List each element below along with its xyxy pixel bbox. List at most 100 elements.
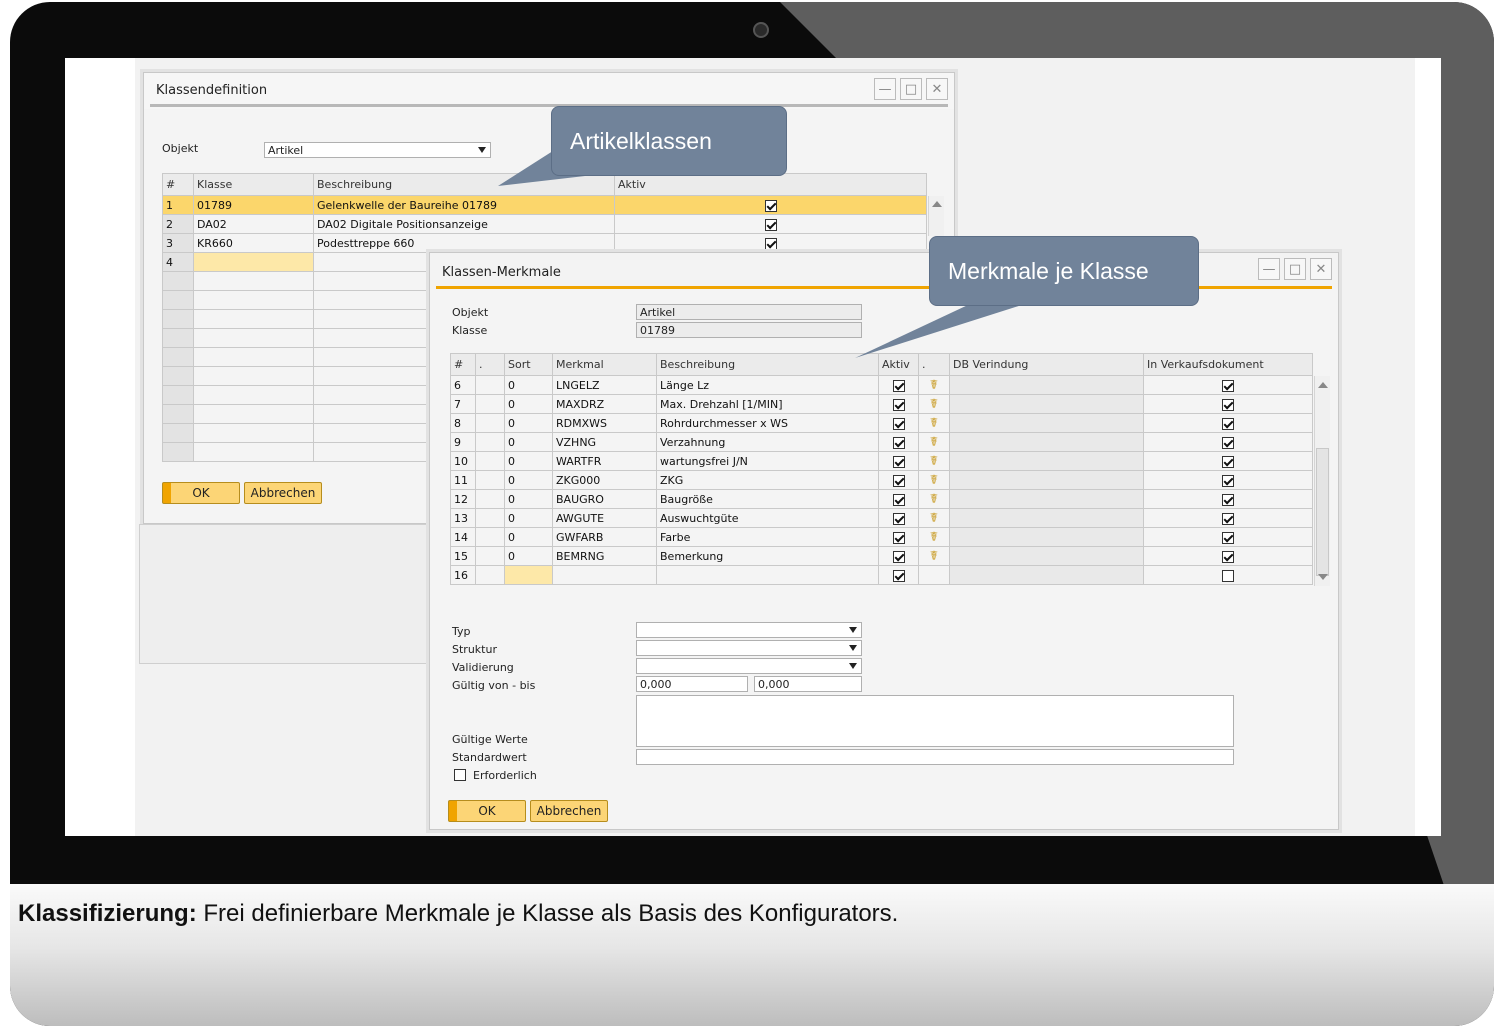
db-verbindung-cell[interactable] [949,375,1144,395]
scrollbar[interactable] [928,196,944,236]
ok-button[interactable]: OK [448,800,526,822]
beschreibung-cell[interactable]: Max. Drehzahl [1/MIN] [656,394,879,414]
gueltige-werte-textarea[interactable] [636,695,1234,747]
verkaufsdokument-checkbox[interactable] [1222,512,1234,525]
db-verbindung-cell[interactable] [949,565,1144,585]
table-row[interactable]: 13 0 AWGUTE Auswuchtgüte ☤ [450,508,1313,528]
beschreibung-cell[interactable]: ZKG [656,470,879,490]
db-verbindung-cell[interactable] [949,527,1144,547]
table-row[interactable]: 9 0 VZHNG Verzahnung ☤ [450,432,1313,452]
validierung-select[interactable] [636,658,862,674]
struktur-select[interactable] [636,640,862,656]
chain-link-icon[interactable]: ☤ [930,473,939,488]
verkaufsdokument-checkbox[interactable] [1222,531,1234,544]
table-row[interactable]: 6 0 LNGELZ Länge Lz ☤ [450,375,1313,395]
verkaufsdokument-checkbox[interactable] [1222,436,1234,449]
aktiv-checkbox[interactable] [892,550,905,563]
scrollbar[interactable] [1314,376,1330,586]
chain-link-icon[interactable]: ☤ [930,397,939,412]
verkaufsdokument-checkbox[interactable] [1222,417,1234,430]
table-row[interactable]: 16 [450,565,1313,585]
klasse-cell[interactable]: 01789 [193,195,314,215]
scroll-thumb[interactable] [1316,448,1329,576]
chain-link-icon[interactable]: ☤ [930,530,939,545]
db-verbindung-cell[interactable] [949,413,1144,433]
table-row[interactable]: 8 0 RDMXWS Rohrdurchmesser x WS ☤ [450,413,1313,433]
aktiv-checkbox[interactable] [764,218,777,231]
beschreibung-cell[interactable]: Farbe [656,527,879,547]
table-row[interactable]: 3 KR660 Podesttreppe 660 [162,233,927,253]
close-button[interactable]: ✕ [1310,258,1332,280]
aktiv-checkbox[interactable] [764,199,777,212]
chain-link-icon[interactable]: ☤ [930,511,939,526]
aktiv-checkbox[interactable] [764,237,777,250]
verkaufsdokument-checkbox[interactable] [1222,398,1234,411]
chain-link-icon[interactable]: ☤ [930,549,939,564]
cancel-button[interactable]: Abbrechen [530,800,608,822]
sort-cell[interactable]: 0 [504,546,553,566]
scroll-down-icon[interactable] [1318,574,1328,580]
beschreibung-cell[interactable]: Gelenkwelle der Baureihe 01789 [313,195,615,215]
sort-cell[interactable]: 0 [504,413,553,433]
verkaufsdokument-checkbox[interactable] [1222,550,1234,563]
sort-cell[interactable]: 0 [504,489,553,509]
table-row[interactable]: 10 0 WARTFR wartungsfrei J/N ☤ [450,451,1313,471]
maximize-button[interactable]: □ [900,78,922,100]
beschreibung-cell[interactable] [656,565,879,585]
verkaufsdokument-checkbox[interactable] [1222,569,1234,582]
cancel-button[interactable]: Abbrechen [244,482,322,504]
merkmal-cell[interactable]: WARTFR [552,451,657,471]
ok-button[interactable]: OK [162,482,240,504]
aktiv-checkbox[interactable] [892,531,905,544]
typ-select[interactable] [636,622,862,638]
merkmal-cell[interactable]: BAUGRO [552,489,657,509]
db-verbindung-cell[interactable] [949,394,1144,414]
merkmal-cell[interactable]: RDMXWS [552,413,657,433]
beschreibung-cell[interactable]: Länge Lz [656,375,879,395]
table-row[interactable]: 12 0 BAUGRO Baugröße ☤ [450,489,1313,509]
db-verbindung-cell[interactable] [949,546,1144,566]
merkmal-cell[interactable]: ZKG000 [552,470,657,490]
table-row[interactable]: 2 DA02 DA02 Digitale Positionsanzeige [162,214,927,234]
table-row[interactable]: 11 0 ZKG000 ZKG ☤ [450,470,1313,490]
aktiv-checkbox[interactable] [892,379,905,392]
merkmal-cell[interactable]: GWFARB [552,527,657,547]
klasse-cell[interactable]: DA02 [193,214,314,234]
table-row[interactable]: 7 0 MAXDRZ Max. Drehzahl [1/MIN] ☤ [450,394,1313,414]
standardwert-input[interactable] [636,749,1234,765]
beschreibung-cell[interactable]: wartungsfrei J/N [656,451,879,471]
db-verbindung-cell[interactable] [949,451,1144,471]
maximize-button[interactable]: □ [1284,258,1306,280]
merkmal-cell[interactable]: LNGELZ [552,375,657,395]
db-verbindung-cell[interactable] [949,470,1144,490]
db-verbindung-cell[interactable] [949,489,1144,509]
scroll-up-icon[interactable] [1318,382,1328,388]
aktiv-checkbox[interactable] [892,493,905,506]
beschreibung-cell[interactable]: Verzahnung [656,432,879,452]
verkaufsdokument-checkbox[interactable] [1222,474,1234,487]
aktiv-checkbox[interactable] [892,436,905,449]
beschreibung-cell[interactable]: Rohrdurchmesser x WS [656,413,879,433]
db-verbindung-cell[interactable] [949,432,1144,452]
table-row[interactable]: 14 0 GWFARB Farbe ☤ [450,527,1313,547]
sort-cell[interactable] [504,565,553,585]
sort-cell[interactable]: 0 [504,375,553,395]
sort-cell[interactable]: 0 [504,527,553,547]
beschreibung-cell[interactable]: DA02 Digitale Positionsanzeige [313,214,615,234]
chain-link-icon[interactable]: ☤ [930,492,939,507]
merkmal-cell[interactable]: MAXDRZ [552,394,657,414]
minimize-button[interactable]: — [874,78,896,100]
close-button[interactable]: ✕ [926,78,948,100]
aktiv-checkbox[interactable] [892,455,905,468]
merkmal-cell[interactable]: AWGUTE [552,508,657,528]
merkmal-cell[interactable]: BEMRNG [552,546,657,566]
db-verbindung-cell[interactable] [949,508,1144,528]
aktiv-checkbox[interactable] [892,569,905,582]
aktiv-checkbox[interactable] [892,512,905,525]
gueltig-bis-input[interactable]: 0,000 [754,676,862,692]
sort-cell[interactable]: 0 [504,451,553,471]
erforderlich-checkbox[interactable] [454,769,466,781]
scroll-up-icon[interactable] [932,201,942,207]
verkaufsdokument-checkbox[interactable] [1222,379,1234,392]
gueltig-von-input[interactable]: 0,000 [636,676,748,692]
